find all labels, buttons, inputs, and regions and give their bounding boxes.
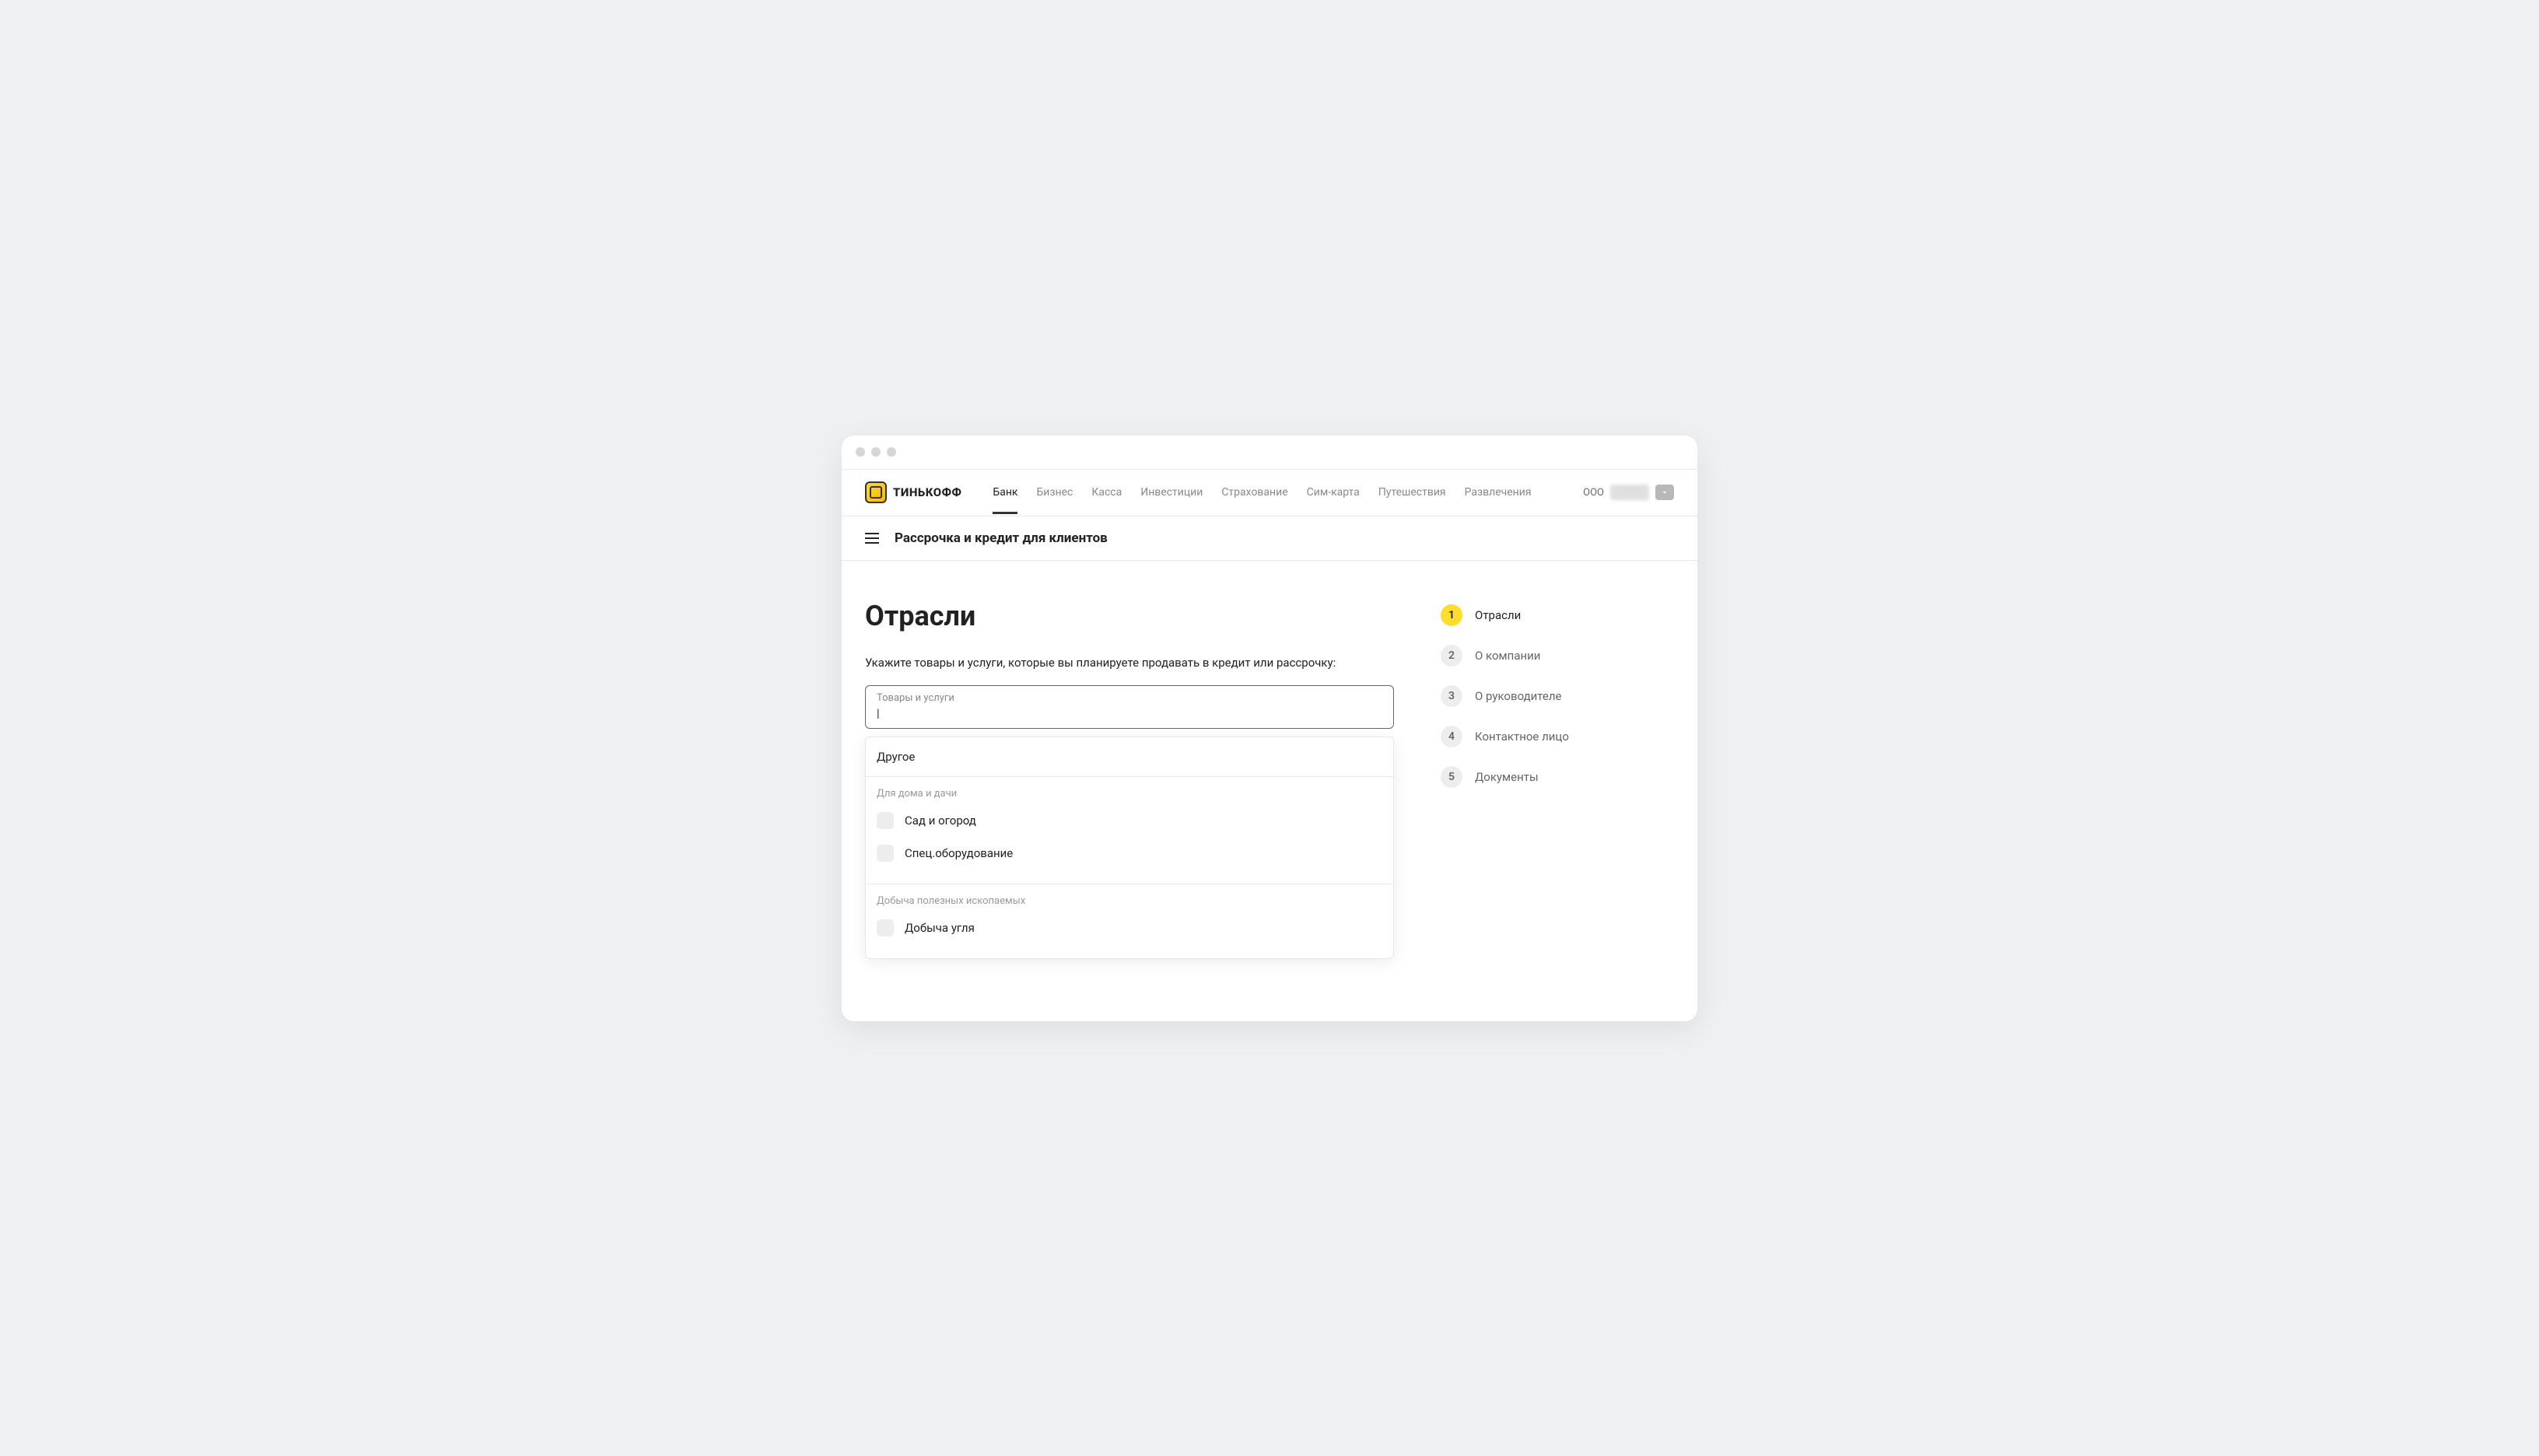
step-3[interactable]: 3 О руководителе — [1441, 685, 1643, 707]
nav-item-0[interactable]: Банк — [993, 471, 1017, 514]
step-label: Документы — [1475, 770, 1539, 784]
dropdown-option-label: Сад и огород — [905, 814, 976, 828]
dropdown-option-0-0[interactable]: Сад и огород — [866, 804, 1393, 837]
window-titlebar — [842, 436, 1697, 470]
nav-item-6[interactable]: Путешествия — [1378, 471, 1446, 514]
nav-item-2[interactable]: Касса — [1091, 471, 1122, 514]
account-menu-button[interactable] — [1655, 485, 1674, 500]
step-number-badge: 4 — [1441, 726, 1462, 747]
account-name-redacted — [1610, 485, 1649, 500]
nav-item-5[interactable]: Сим-карта — [1307, 471, 1360, 514]
header-account: ООО — [1583, 485, 1674, 500]
step-label: Отрасли — [1475, 608, 1521, 622]
step-number-badge: 2 — [1441, 645, 1462, 667]
step-label: О компании — [1475, 649, 1540, 663]
chevron-down-icon — [1660, 488, 1669, 497]
primary-nav: Банк Бизнес Касса Инвестиции Страхование Сим-… — [993, 471, 1531, 514]
window-minimize-icon[interactable] — [871, 447, 881, 457]
dropdown-option-0-1[interactable]: Спец.оборудование — [866, 837, 1393, 870]
hamburger-menu-icon[interactable] — [865, 533, 879, 544]
dropdown-option-1-0[interactable]: Добыча угля — [866, 912, 1393, 944]
nav-item-3[interactable]: Инвестиции — [1140, 471, 1203, 514]
window-maximize-icon[interactable] — [887, 447, 896, 457]
dropdown-section-0: Для дома и дачи Сад и огород Спец.оборудов… — [866, 777, 1393, 884]
categories-dropdown: Другое Для дома и дачи Сад и огород Спец.о… — [865, 737, 1394, 959]
step-number-badge: 3 — [1441, 685, 1462, 707]
step-1[interactable]: 1 Отрасли — [1441, 604, 1643, 626]
step-2[interactable]: 2 О компании — [1441, 645, 1643, 667]
input-label: Товары и услуги — [877, 692, 1382, 704]
section-subheader: Рассрочка и кредит для клиентов — [842, 516, 1697, 561]
step-label: О руководителе — [1475, 689, 1562, 703]
step-number-badge: 5 — [1441, 766, 1462, 788]
logo-text: ТИНЬКОФФ — [893, 485, 961, 499]
window-close-icon[interactable] — [856, 447, 865, 457]
dropdown-option-other[interactable]: Другое — [866, 737, 1393, 777]
form-hint: Укажите товары и услуги, которые вы план… — [865, 656, 1394, 670]
step-4[interactable]: 4 Контактное лицо — [1441, 726, 1643, 747]
account-prefix: ООО — [1583, 487, 1604, 499]
main-header: ТИНЬКОФФ Банк Бизнес Касса Инвестиции Страхо… — [842, 470, 1697, 516]
app-window: ТИНЬКОФФ Банк Бизнес Касса Инвестиции Страхо… — [842, 436, 1697, 1021]
page-title: Отрасли — [865, 600, 1394, 632]
goods-services-input-wrapper[interactable]: Товары и услуги | — [865, 685, 1394, 729]
progress-stepper: 1 Отрасли 2 О компании 3 О руководителе 4 Конта… — [1441, 600, 1643, 959]
page-content: Отрасли Укажите товары и услуги, которые… — [842, 561, 1697, 1021]
checkbox-icon[interactable] — [877, 919, 894, 936]
logo-icon — [865, 481, 887, 503]
dropdown-section-title: Добыча полезных ископаемых — [866, 895, 1393, 912]
brand-logo[interactable]: ТИНЬКОФФ — [865, 481, 961, 503]
step-label: Контактное лицо — [1475, 730, 1569, 744]
checkbox-icon[interactable] — [877, 845, 894, 862]
step-5[interactable]: 5 Документы — [1441, 766, 1643, 788]
dropdown-section-title: Для дома и дачи — [866, 788, 1393, 804]
text-cursor: | — [877, 706, 880, 720]
section-title: Рассрочка и кредит для клиентов — [895, 530, 1108, 546]
nav-item-4[interactable]: Страхование — [1221, 471, 1287, 514]
nav-item-7[interactable]: Развлечения — [1465, 471, 1532, 514]
dropdown-option-label: Спец.оборудование — [905, 846, 1013, 860]
dropdown-section-1: Добыча полезных ископаемых Добыча угля — [866, 884, 1393, 958]
dropdown-option-label: Добыча угля — [905, 921, 975, 935]
nav-item-1[interactable]: Бизнес — [1036, 471, 1073, 514]
step-number-badge: 1 — [1441, 604, 1462, 626]
form-main: Отрасли Укажите товары и услуги, которые… — [865, 600, 1394, 959]
checkbox-icon[interactable] — [877, 812, 894, 829]
